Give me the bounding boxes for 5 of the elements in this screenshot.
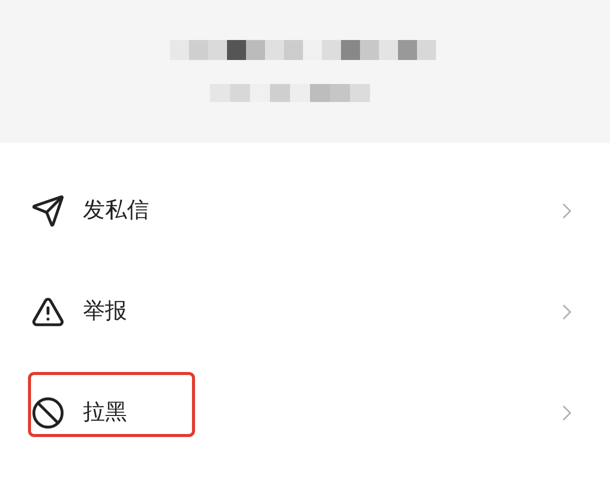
block-icon [31,396,65,430]
menu-item[interactable]: 拉黑 [83,396,554,429]
menu-item[interactable]: 举报 [83,295,554,328]
paper-plane-icon [31,194,65,228]
menu-item[interactable]: 发私信 [83,194,554,227]
